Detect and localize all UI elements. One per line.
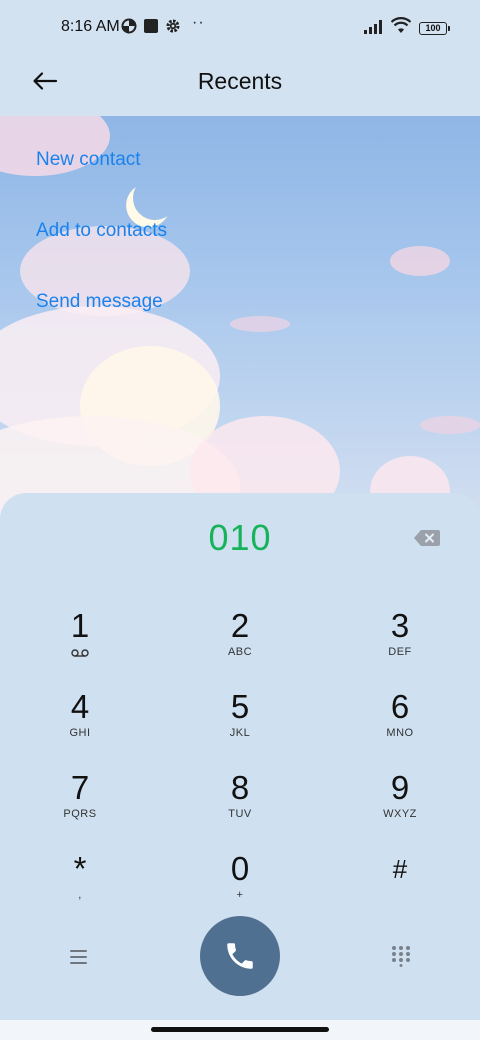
key-letters: ,: [78, 889, 82, 901]
menu-icon-bar: [69, 950, 87, 952]
voicemail-icon: [71, 649, 89, 657]
key-digit: *: [73, 850, 87, 887]
key-letters: ABC: [227, 646, 253, 658]
phone-icon: [227, 943, 253, 969]
send-message-link[interactable]: Send message: [36, 291, 163, 313]
cloud-shape: [420, 416, 480, 434]
key-letters: PQRS: [63, 808, 97, 820]
page-title: Recents: [197, 68, 283, 94]
menu-button[interactable]: [64, 945, 92, 969]
key-letters: GHI: [69, 727, 91, 739]
wallpaper-background: New contact Add to contacts Send message: [0, 116, 480, 516]
key-digit: 8: [230, 769, 250, 806]
backspace-button[interactable]: [413, 528, 441, 548]
key-4[interactable]: 4 GHI: [25, 687, 135, 759]
square-notification-icon: [144, 19, 158, 33]
backspace-icon: [414, 530, 440, 546]
key-digit: 7: [70, 769, 90, 806]
key-digit: 9: [390, 769, 410, 806]
menu-icon-bar: [69, 962, 87, 964]
key-hash[interactable]: #: [345, 849, 455, 921]
new-contact-link[interactable]: New contact: [36, 149, 141, 171]
signal-icon: [364, 20, 382, 34]
battery-icon: 100: [419, 22, 450, 35]
dialer-panel: 010 1 2 ABC 3 DEF 4 GHI 5 JKL 6 MNO 7 PQ…: [0, 493, 480, 1020]
call-button[interactable]: [200, 916, 280, 996]
key-9[interactable]: 9 WXYZ: [345, 768, 455, 840]
key-0[interactable]: 0 +: [185, 849, 295, 921]
home-indicator[interactable]: [151, 1027, 329, 1032]
key-digit: 3: [390, 607, 410, 644]
key-digit: 6: [390, 688, 410, 725]
key-7[interactable]: 7 PQRS: [25, 768, 135, 840]
key-5[interactable]: 5 JKL: [185, 687, 295, 759]
key-letters: JKL: [229, 727, 251, 739]
key-star[interactable]: * ,: [25, 849, 135, 921]
key-digit: 0: [230, 850, 250, 887]
key-2[interactable]: 2 ABC: [185, 606, 295, 678]
add-to-contacts-link[interactable]: Add to contacts: [36, 220, 167, 242]
key-6[interactable]: 6 MNO: [345, 687, 455, 759]
key-digit: 4: [70, 688, 90, 725]
status-time: 8:16 AM: [61, 18, 120, 35]
key-letters: DEF: [388, 646, 412, 658]
key-digit: 1: [70, 607, 90, 644]
key-digit: 5: [230, 688, 250, 725]
key-digit: #: [392, 854, 408, 884]
dialpad-toggle-button[interactable]: [390, 945, 414, 969]
key-letters: MNO: [386, 727, 414, 739]
key-digit: 2: [230, 607, 250, 644]
data-saver-icon: [121, 18, 137, 34]
cloud-shape: [230, 316, 290, 332]
app-header: Recents: [0, 56, 480, 116]
gear-icon: [166, 19, 180, 33]
more-notifications-indicator: ··: [192, 14, 205, 31]
dialpad-icon: [392, 946, 410, 967]
key-3[interactable]: 3 DEF: [345, 606, 455, 678]
moon-decoration: [130, 173, 181, 224]
key-1[interactable]: 1: [25, 606, 135, 678]
cloud-shape: [390, 246, 450, 276]
wifi-icon: [391, 17, 411, 33]
navigation-bar: [0, 1020, 480, 1040]
menu-icon-bar: [69, 956, 87, 958]
status-bar: 8:16 AM ·· 100: [0, 0, 480, 56]
key-8[interactable]: 8 TUV: [185, 768, 295, 840]
key-letters: TUV: [228, 808, 252, 820]
key-letters: WXYZ: [383, 808, 417, 820]
dialed-number[interactable]: 010: [0, 517, 480, 559]
key-letters: +: [236, 889, 244, 901]
